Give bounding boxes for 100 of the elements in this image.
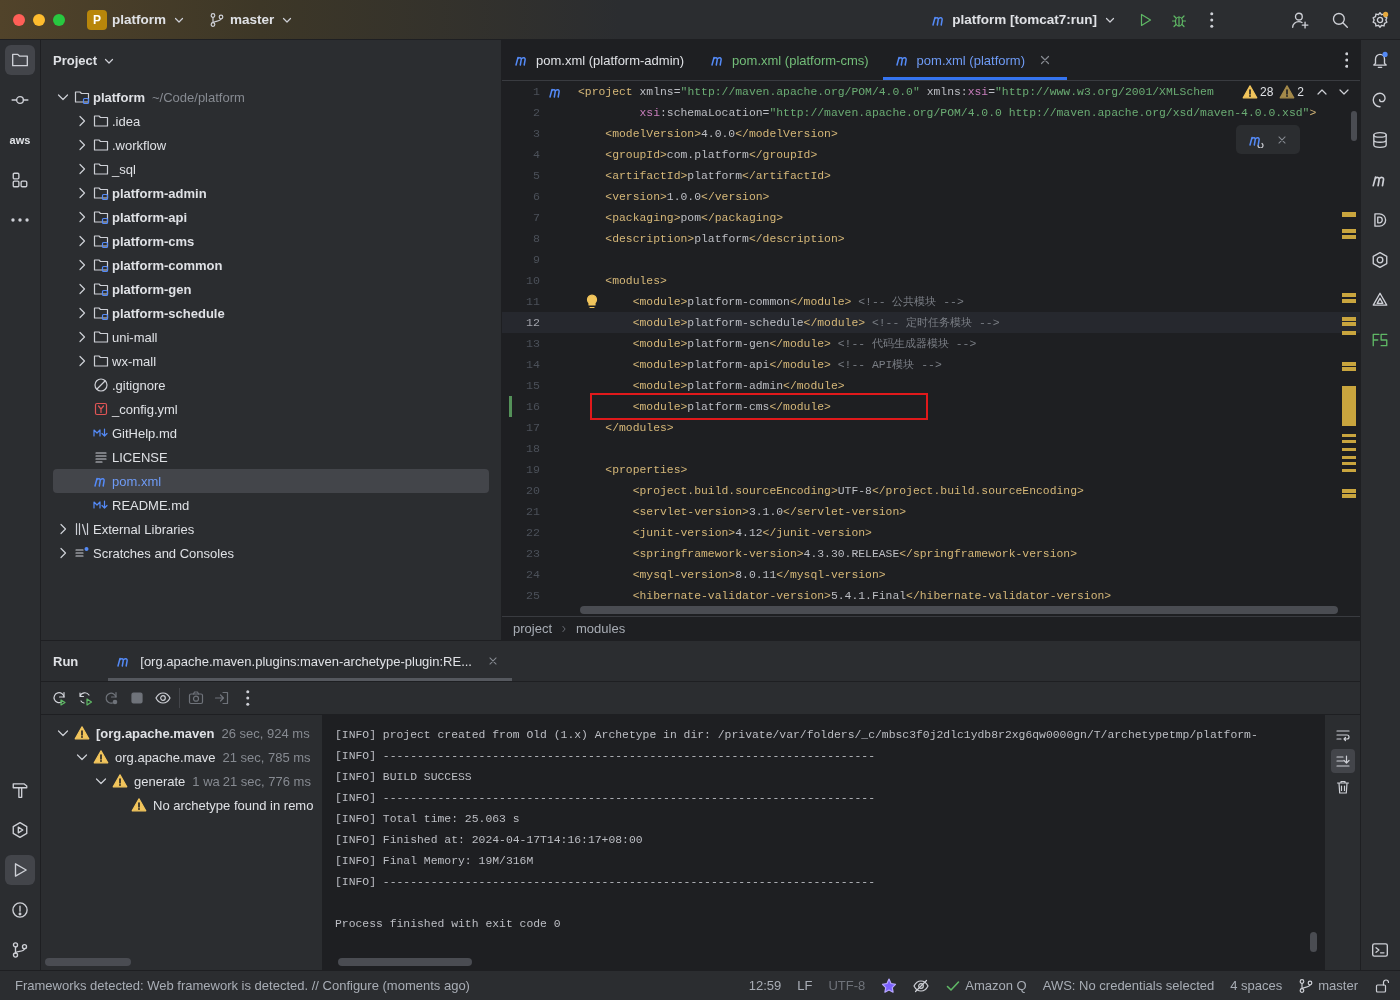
rerun-icon [51, 690, 67, 706]
tree-item[interactable]: .gitignore [53, 373, 489, 397]
run-tree-item[interactable]: [org.apache.maven [96, 725, 215, 741]
terminal-icon [1371, 941, 1389, 959]
folder-name: platform-cms [112, 233, 195, 249]
project-switcher[interactable]: P platform [81, 5, 193, 34]
tree-item[interactable]: platform-gen [53, 277, 489, 301]
eye-icon [155, 690, 171, 706]
highlighting-button[interactable] [913, 977, 930, 994]
tree-item[interactable]: uni-mall [53, 325, 489, 349]
folder-name: wx-mall [112, 353, 157, 369]
scrollbar-thumb[interactable] [580, 606, 1338, 614]
tree-item[interactable]: _config.yml [53, 397, 489, 421]
code-line: <servlet-version>3.1.0</servlet-version> [632, 505, 907, 518]
editor-tab[interactable]: pom.xml (platform) [882, 40, 1067, 80]
tree-item[interactable]: .workflow [53, 133, 489, 157]
code-line: <module>platform-api</module> <!-- API模块 --> [632, 358, 942, 372]
run-tree-item[interactable]: org.apache.mave [115, 749, 216, 765]
console-line: [INFO] Finished at: 2024-04-17T14:16:17+08:00 [335, 833, 644, 848]
tree-item[interactable]: README.md [53, 493, 489, 517]
scrollbar-thumb[interactable] [1310, 932, 1317, 952]
tree-item[interactable]: LICENSE [53, 445, 489, 469]
camera-icon [188, 690, 204, 706]
branch-icon [11, 941, 29, 959]
folder-name: platform [93, 89, 145, 105]
code-line: <junit-version>4.12</junit-version> [632, 526, 872, 539]
editor-tab[interactable]: pom.xml (platform-cms) [698, 40, 883, 80]
tree-item[interactable]: pom.xml [53, 469, 489, 493]
indent-setting[interactable]: 4 spaces [1230, 978, 1283, 993]
lock-icon [1374, 977, 1390, 994]
tool-window-button[interactable] [5, 45, 35, 75]
run-tree-item[interactable]: generate [134, 773, 186, 789]
code-line: <description>platform</description> [605, 232, 845, 245]
folder-icon [93, 257, 109, 273]
code-line: <mysql-version>8.0.11</mysql-version> [632, 568, 886, 581]
tree-item[interactable]: .idea [53, 109, 489, 133]
lock-button[interactable] [1374, 977, 1390, 994]
scrollbar-thumb[interactable] [338, 958, 472, 966]
branch-switcher[interactable]: master [203, 7, 302, 32]
aws-status[interactable]: AWS: No credentials selected [1042, 978, 1215, 993]
tree-item[interactable]: External Libraries [53, 517, 489, 541]
run-tab[interactable]: [org.apache.maven.plugins:maven-archetype-plugin:RE... [108, 641, 512, 681]
tree-item[interactable]: platform-cms [53, 229, 489, 253]
folder-name: platform-admin [112, 185, 207, 201]
scroll-to-end-button[interactable] [1330, 749, 1355, 773]
run-configuration[interactable]: platform [tomcat7:run] [925, 7, 1124, 32]
folder-icon [93, 113, 109, 129]
code-line: <project xmlns="http://maven.apache.org/POM/4.0.0" xmlns:xsi="http://www.w3.org/2001/XMLSchem [578, 85, 1214, 98]
tree-item[interactable]: _sql [53, 157, 489, 181]
code-line: <module>platform-admin</module> [632, 379, 845, 392]
folder-name: Scratches and Consoles [93, 545, 234, 561]
zoom-button[interactable] [53, 13, 65, 26]
warning-count[interactable]: 28 [1259, 85, 1274, 99]
console-line: [INFO] ------------------------------------------------------------------------ [335, 791, 876, 806]
tree-item[interactable]: GitHelp.md [53, 421, 489, 445]
libraries-icon [74, 521, 90, 537]
code-line: <hibernate-validator-version>5.4.1.Final</hibernate-validator-version> [632, 589, 1112, 602]
tool-window-button[interactable] [5, 855, 35, 885]
branch-icon [1298, 977, 1315, 994]
breadcrumb[interactable]: modules [576, 621, 626, 636]
file-name: README.md [112, 497, 190, 513]
weak-warning-count[interactable]: 2 [1297, 85, 1304, 99]
folder-name: platform-api [112, 209, 188, 225]
project-view-selector[interactable]: Project [53, 52, 118, 69]
scrollbar-thumb[interactable] [1351, 111, 1357, 141]
close-button[interactable] [13, 13, 25, 26]
console-line: [INFO] project created from Old (1.x) Archetype in dir: /private/var/folders/_c/mbsc3f0j2dlc1ydb8r2xg6qw0000gn/T/archetypetmp/platform- [335, 728, 1259, 743]
tree-item[interactable]: Scratches and Consoles [53, 541, 489, 565]
folder-icon [93, 209, 109, 225]
tree-item[interactable]: platform-common [53, 253, 489, 277]
tree-item[interactable]: platform ~/Code/platform [53, 85, 489, 109]
export-icon [214, 690, 230, 706]
more-icon [1344, 52, 1348, 68]
editor-tab[interactable]: pom.xml (platform-admin) [502, 40, 699, 80]
duration-label: 21 sec, 776 ms [222, 773, 311, 789]
tree-item[interactable]: wx-mall [53, 349, 489, 373]
amazon-q-status[interactable]: Amazon Q [945, 977, 1027, 994]
folder-name: platform-gen [112, 281, 192, 297]
tree-item[interactable]: platform-api [53, 205, 489, 229]
breadcrumb[interactable]: project [513, 621, 553, 636]
tree-item[interactable]: platform-admin [53, 181, 489, 205]
code-line: <module>platform-cms</module> [632, 400, 831, 413]
folder-name: .idea [112, 113, 141, 129]
warning-icon [93, 749, 109, 765]
code-line: <project.build.sourceEncoding>UTF-8</project.build.sourceEncoding> [632, 484, 1084, 497]
ai-button[interactable] [881, 977, 898, 994]
branch-status[interactable]: master [1298, 977, 1358, 994]
status-message[interactable]: Frameworks detected: Web framework is detected. // Configure (moments ago) [15, 978, 470, 993]
plugin-icon [1371, 331, 1389, 349]
caret-position[interactable]: 12:59 [748, 978, 782, 993]
run-tree-item[interactable]: No archetype found in remo [153, 797, 314, 813]
tree-item[interactable]: platform-schedule [53, 301, 489, 325]
line-separator[interactable]: LF [797, 978, 813, 993]
code-line: <module>platform-gen</module> <!-- 代码生成器模块 --> [632, 337, 977, 351]
tool-window-button[interactable]: aws [5, 125, 35, 155]
lightbulb-icon[interactable] [584, 293, 600, 309]
minimize-button[interactable] [33, 13, 45, 26]
folder-name: uni-mall [112, 329, 158, 345]
code-line: <version>1.0.0</version> [605, 190, 770, 203]
scrollbar-thumb[interactable] [45, 958, 131, 966]
